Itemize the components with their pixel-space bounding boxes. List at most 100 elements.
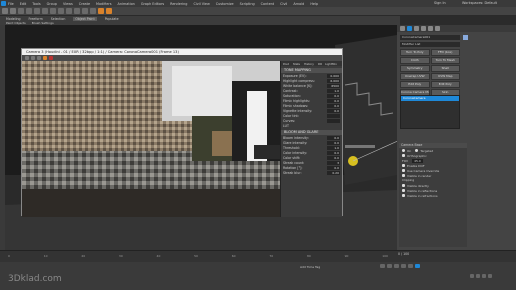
menu-views[interactable]: Views (63, 2, 73, 6)
add-time-tag-button[interactable]: Add Time Tag (300, 265, 320, 269)
tab-lightmix[interactable]: LightMix (325, 62, 337, 66)
tone_mapping-value-field[interactable]: 1.0 (327, 88, 340, 93)
tab-post[interactable]: Post (283, 62, 289, 66)
snap-icon[interactable] (66, 8, 72, 14)
enable-dof-checkbox-icon[interactable] (402, 164, 405, 167)
maximize-viewport-icon[interactable] (488, 274, 492, 278)
menu-tools[interactable]: Tools (32, 2, 40, 6)
menu-customize[interactable]: Customize (216, 2, 234, 6)
camera-override-checkbox-icon[interactable] (402, 169, 405, 172)
on-radio-icon[interactable] (402, 149, 405, 152)
sign-in-button[interactable]: Sign In (434, 1, 446, 5)
modifier-stack[interactable]: CoronaCamera (400, 95, 460, 129)
rotate-icon[interactable] (50, 8, 56, 14)
start-render-icon[interactable] (43, 56, 47, 60)
visible-reflections-checkbox-icon[interactable] (402, 189, 405, 192)
edit-poly-button[interactable]: Edit Poly (400, 81, 430, 88)
tab-selection[interactable]: Selection (51, 17, 66, 21)
shell-button[interactable]: Shell (430, 65, 460, 72)
menu-civil[interactable]: Civil (280, 2, 287, 6)
visible-render-checkbox-icon[interactable] (402, 174, 405, 177)
hierarchy-tab-icon[interactable] (414, 26, 419, 31)
cloth-button[interactable]: Cloth (400, 57, 430, 64)
visible-directly-checkbox-icon[interactable] (402, 184, 405, 187)
modify-tab-icon[interactable] (407, 26, 412, 31)
pan-icon[interactable] (476, 274, 480, 278)
menu-scripting[interactable]: Scripting (240, 2, 255, 6)
turn-to-poly-button[interactable]: Turn To Poly (400, 49, 430, 56)
tab-object-paint[interactable]: Object Paint (73, 16, 97, 21)
menu-group[interactable]: Group (47, 2, 57, 6)
menu-file[interactable]: File (8, 2, 14, 6)
unwrap-uvw-button[interactable]: Unwrap UVW (400, 73, 430, 80)
menu-civil-view[interactable]: Civil View (193, 2, 209, 6)
orthographic-checkbox-icon[interactable] (402, 154, 405, 157)
render-setup-icon[interactable] (98, 8, 104, 14)
menu-modifiers[interactable]: Modifiers (96, 2, 111, 6)
menu-graph-editors[interactable]: Graph Editors (141, 2, 164, 6)
previous-frame-icon[interactable] (387, 264, 392, 268)
tone_mapping-value-field[interactable]: 0.0 (327, 98, 340, 103)
object-color-swatch[interactable] (463, 35, 468, 40)
stack-item-corona-camera[interactable]: CoronaCamera (401, 96, 459, 101)
play-icon[interactable] (394, 264, 399, 268)
tone_mapping-value-field[interactable]: 0.000 (327, 73, 340, 78)
bloom_glare-value-field[interactable]: 0.0 (327, 135, 340, 140)
render-icon[interactable] (106, 8, 112, 14)
uvw-map-button[interactable]: UVW Map (430, 73, 460, 80)
tab-dr[interactable]: DR (318, 62, 322, 66)
bloom_glare-value-field[interactable]: 0.0 (327, 165, 340, 170)
material-editor-icon[interactable] (90, 8, 96, 14)
tab-stats[interactable]: Stats (293, 62, 300, 66)
tone_mapping-value-field[interactable]: 6500 (327, 83, 340, 88)
tone_mapping-value-field[interactable] (327, 113, 340, 118)
edit-poly-button-2[interactable]: Edit Poly (430, 81, 460, 88)
menu-animation[interactable]: Animation (118, 2, 135, 6)
undo-icon[interactable] (2, 8, 8, 14)
next-frame-icon[interactable] (401, 264, 406, 268)
menu-arnold[interactable]: Arnold (293, 2, 304, 6)
orbit-icon[interactable] (482, 274, 486, 278)
menu-create[interactable]: Create (79, 2, 90, 6)
tab-freeform[interactable]: Freeform (29, 17, 43, 21)
go-to-end-icon[interactable] (408, 264, 413, 268)
unlink-icon[interactable] (26, 8, 32, 14)
bloom_glare-value-field[interactable]: 0.0 (327, 150, 340, 155)
fov-field[interactable]: 45.0 (412, 158, 423, 163)
save-image-icon[interactable] (25, 56, 29, 60)
create-tab-icon[interactable] (400, 26, 405, 31)
bloom_glare-value-field[interactable]: 1.0 (327, 145, 340, 150)
symmetry-button[interactable]: Symmetry (400, 65, 430, 72)
tab-modeling[interactable]: Modeling (6, 17, 21, 21)
menu-edit[interactable]: Edit (20, 2, 27, 6)
utilities-tab-icon[interactable] (435, 26, 440, 31)
bloom_glare-value-field[interactable]: 0.20 (327, 170, 340, 175)
visible-refractions-checkbox-icon[interactable] (402, 194, 405, 197)
tab-history[interactable]: History (304, 62, 314, 66)
tone_mapping-value-field[interactable] (327, 118, 340, 123)
mirror-icon[interactable] (74, 8, 80, 14)
bloom_glare-value-field[interactable]: 0.0 (327, 155, 340, 160)
clear-icon[interactable] (37, 56, 41, 60)
ffd-box-button[interactable]: FFD (box) (430, 49, 460, 56)
tone_mapping-value-field[interactable]: 0.0 (327, 108, 340, 113)
turn-to-mesh-button[interactable]: Turn To Mesh (430, 57, 460, 64)
auto-key-icon[interactable] (415, 264, 420, 268)
object-name-field[interactable]: CoronaCamera001 (400, 35, 460, 40)
stop-render-icon[interactable] (49, 56, 53, 60)
menu-help[interactable]: Help (310, 2, 318, 6)
display-tab-icon[interactable] (428, 26, 433, 31)
lut-row[interactable]: LUT (281, 123, 342, 128)
motion-tab-icon[interactable] (421, 26, 426, 31)
tone_mapping-value-field[interactable]: 0.0 (327, 103, 340, 108)
align-icon[interactable] (82, 8, 88, 14)
frame-counter[interactable]: 0 / 100 (398, 252, 409, 256)
menu-rendering[interactable]: Rendering (170, 2, 187, 6)
tone_mapping-value-field[interactable]: 0.0 (327, 93, 340, 98)
bloom_glare-value-field[interactable]: 0.0 (327, 140, 340, 145)
targeted-radio-icon[interactable] (415, 149, 419, 152)
copy-icon[interactable] (31, 56, 35, 60)
workspaces-dropdown[interactable]: Workspaces: Default (462, 1, 497, 5)
bloom_glare-value-field[interactable]: 3 (327, 160, 340, 165)
tab-populate[interactable]: Populate (105, 17, 119, 21)
